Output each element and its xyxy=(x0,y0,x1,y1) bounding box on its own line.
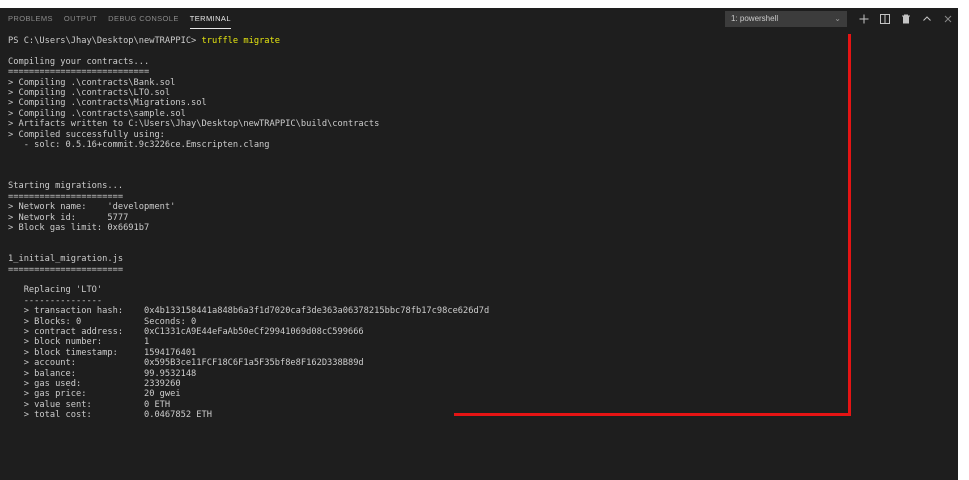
terminal-line: > Network name: 'development' xyxy=(8,202,176,213)
terminal-line: > gas price: 20 gwei xyxy=(8,389,181,400)
chevron-up-icon[interactable] xyxy=(920,12,934,26)
terminal-line: > block number: 1 xyxy=(8,337,150,348)
terminal-line: > Compiling .\contracts\sample.sol xyxy=(8,108,186,119)
terminal-select[interactable]: 1: powershell ⌄ xyxy=(725,11,847,27)
terminal-line: =========================== xyxy=(8,67,150,78)
terminal-line: --------------- xyxy=(8,295,103,306)
terminal-select-value: 1: powershell xyxy=(731,14,779,23)
terminal-line: Compiling your contracts... xyxy=(8,56,150,67)
tab-debug-console[interactable]: DEBUG CONSOLE xyxy=(108,8,179,30)
terminal-line: Starting migrations... xyxy=(8,181,124,192)
terminal-line: ====================== xyxy=(8,264,124,275)
terminal-line: > transaction hash: 0x4b133158441a848b6a… xyxy=(8,306,490,317)
terminal-line: 1_initial_migration.js xyxy=(8,254,124,265)
terminal-line: > Compiling .\contracts\Migrations.sol xyxy=(8,98,207,109)
terminal-line: > balance: 99.9532148 xyxy=(8,368,197,379)
close-icon[interactable] xyxy=(941,12,955,26)
terminal-output[interactable]: PS C:\Users\Jhay\Desktop\newTRAPPIC> tru… xyxy=(8,34,948,480)
chevron-down-icon: ⌄ xyxy=(834,14,841,23)
terminal-line: - solc: 0.5.16+commit.9c3226ce.Emscripte… xyxy=(8,139,270,150)
panel-actions xyxy=(857,8,962,30)
terminal-line: > gas used: 2339260 xyxy=(8,378,181,389)
terminal-command-line: PS C:\Users\Jhay\Desktop\newTRAPPIC> tru… xyxy=(8,36,948,46)
tab-output[interactable]: OUTPUT xyxy=(64,8,97,30)
terminal-line: > Blocks: 0 Seconds: 0 xyxy=(8,316,197,327)
terminal-prompt: PS C:\Users\Jhay\Desktop\newTRAPPIC> xyxy=(8,36,202,46)
tab-terminal[interactable]: TERMINAL xyxy=(189,8,231,29)
panel-tabs: PROBLEMS OUTPUT DEBUG CONSOLE TERMINAL xyxy=(8,8,242,30)
terminal-line: > Artifacts written to C:\Users\Jhay\Des… xyxy=(8,119,380,130)
terminal-command: truffle migrate xyxy=(201,36,280,46)
terminal-line: > Compiling .\contracts\LTO.sol xyxy=(8,87,171,98)
terminal-lines: Compiling your contracts... =============… xyxy=(8,46,948,420)
split-terminal-icon[interactable] xyxy=(878,12,892,26)
terminal-line: > Network id: 5777 xyxy=(8,212,129,223)
terminal-line: > block timestamp: 1594176401 xyxy=(8,347,197,358)
terminal-line: > Compiled successfully using: xyxy=(8,129,165,140)
terminal-line: > account: 0x595B3ce11FCF18C6F1a5F35bf8e… xyxy=(8,358,364,369)
trash-icon[interactable] xyxy=(899,12,913,26)
tab-problems[interactable]: PROBLEMS xyxy=(8,8,53,30)
terminal-line: > value sent: 0 ETH xyxy=(8,399,171,410)
terminal-line: ====================== xyxy=(8,191,124,202)
terminal-line: Replacing 'LTO' xyxy=(8,285,103,296)
terminal-line: > Block gas limit: 0x6691b7 xyxy=(8,223,150,234)
terminal-line: > total cost: 0.0467852 ETH xyxy=(8,410,212,421)
terminal-line: > Compiling .\contracts\Bank.sol xyxy=(8,77,176,88)
panel-tab-bar: PROBLEMS OUTPUT DEBUG CONSOLE TERMINAL 1… xyxy=(0,8,958,30)
terminal-panel: PROBLEMS OUTPUT DEBUG CONSOLE TERMINAL 1… xyxy=(0,8,958,480)
terminal-line: > contract address: 0xC1331cA9E44eFaAb50… xyxy=(8,326,364,337)
plus-icon[interactable] xyxy=(857,12,871,26)
